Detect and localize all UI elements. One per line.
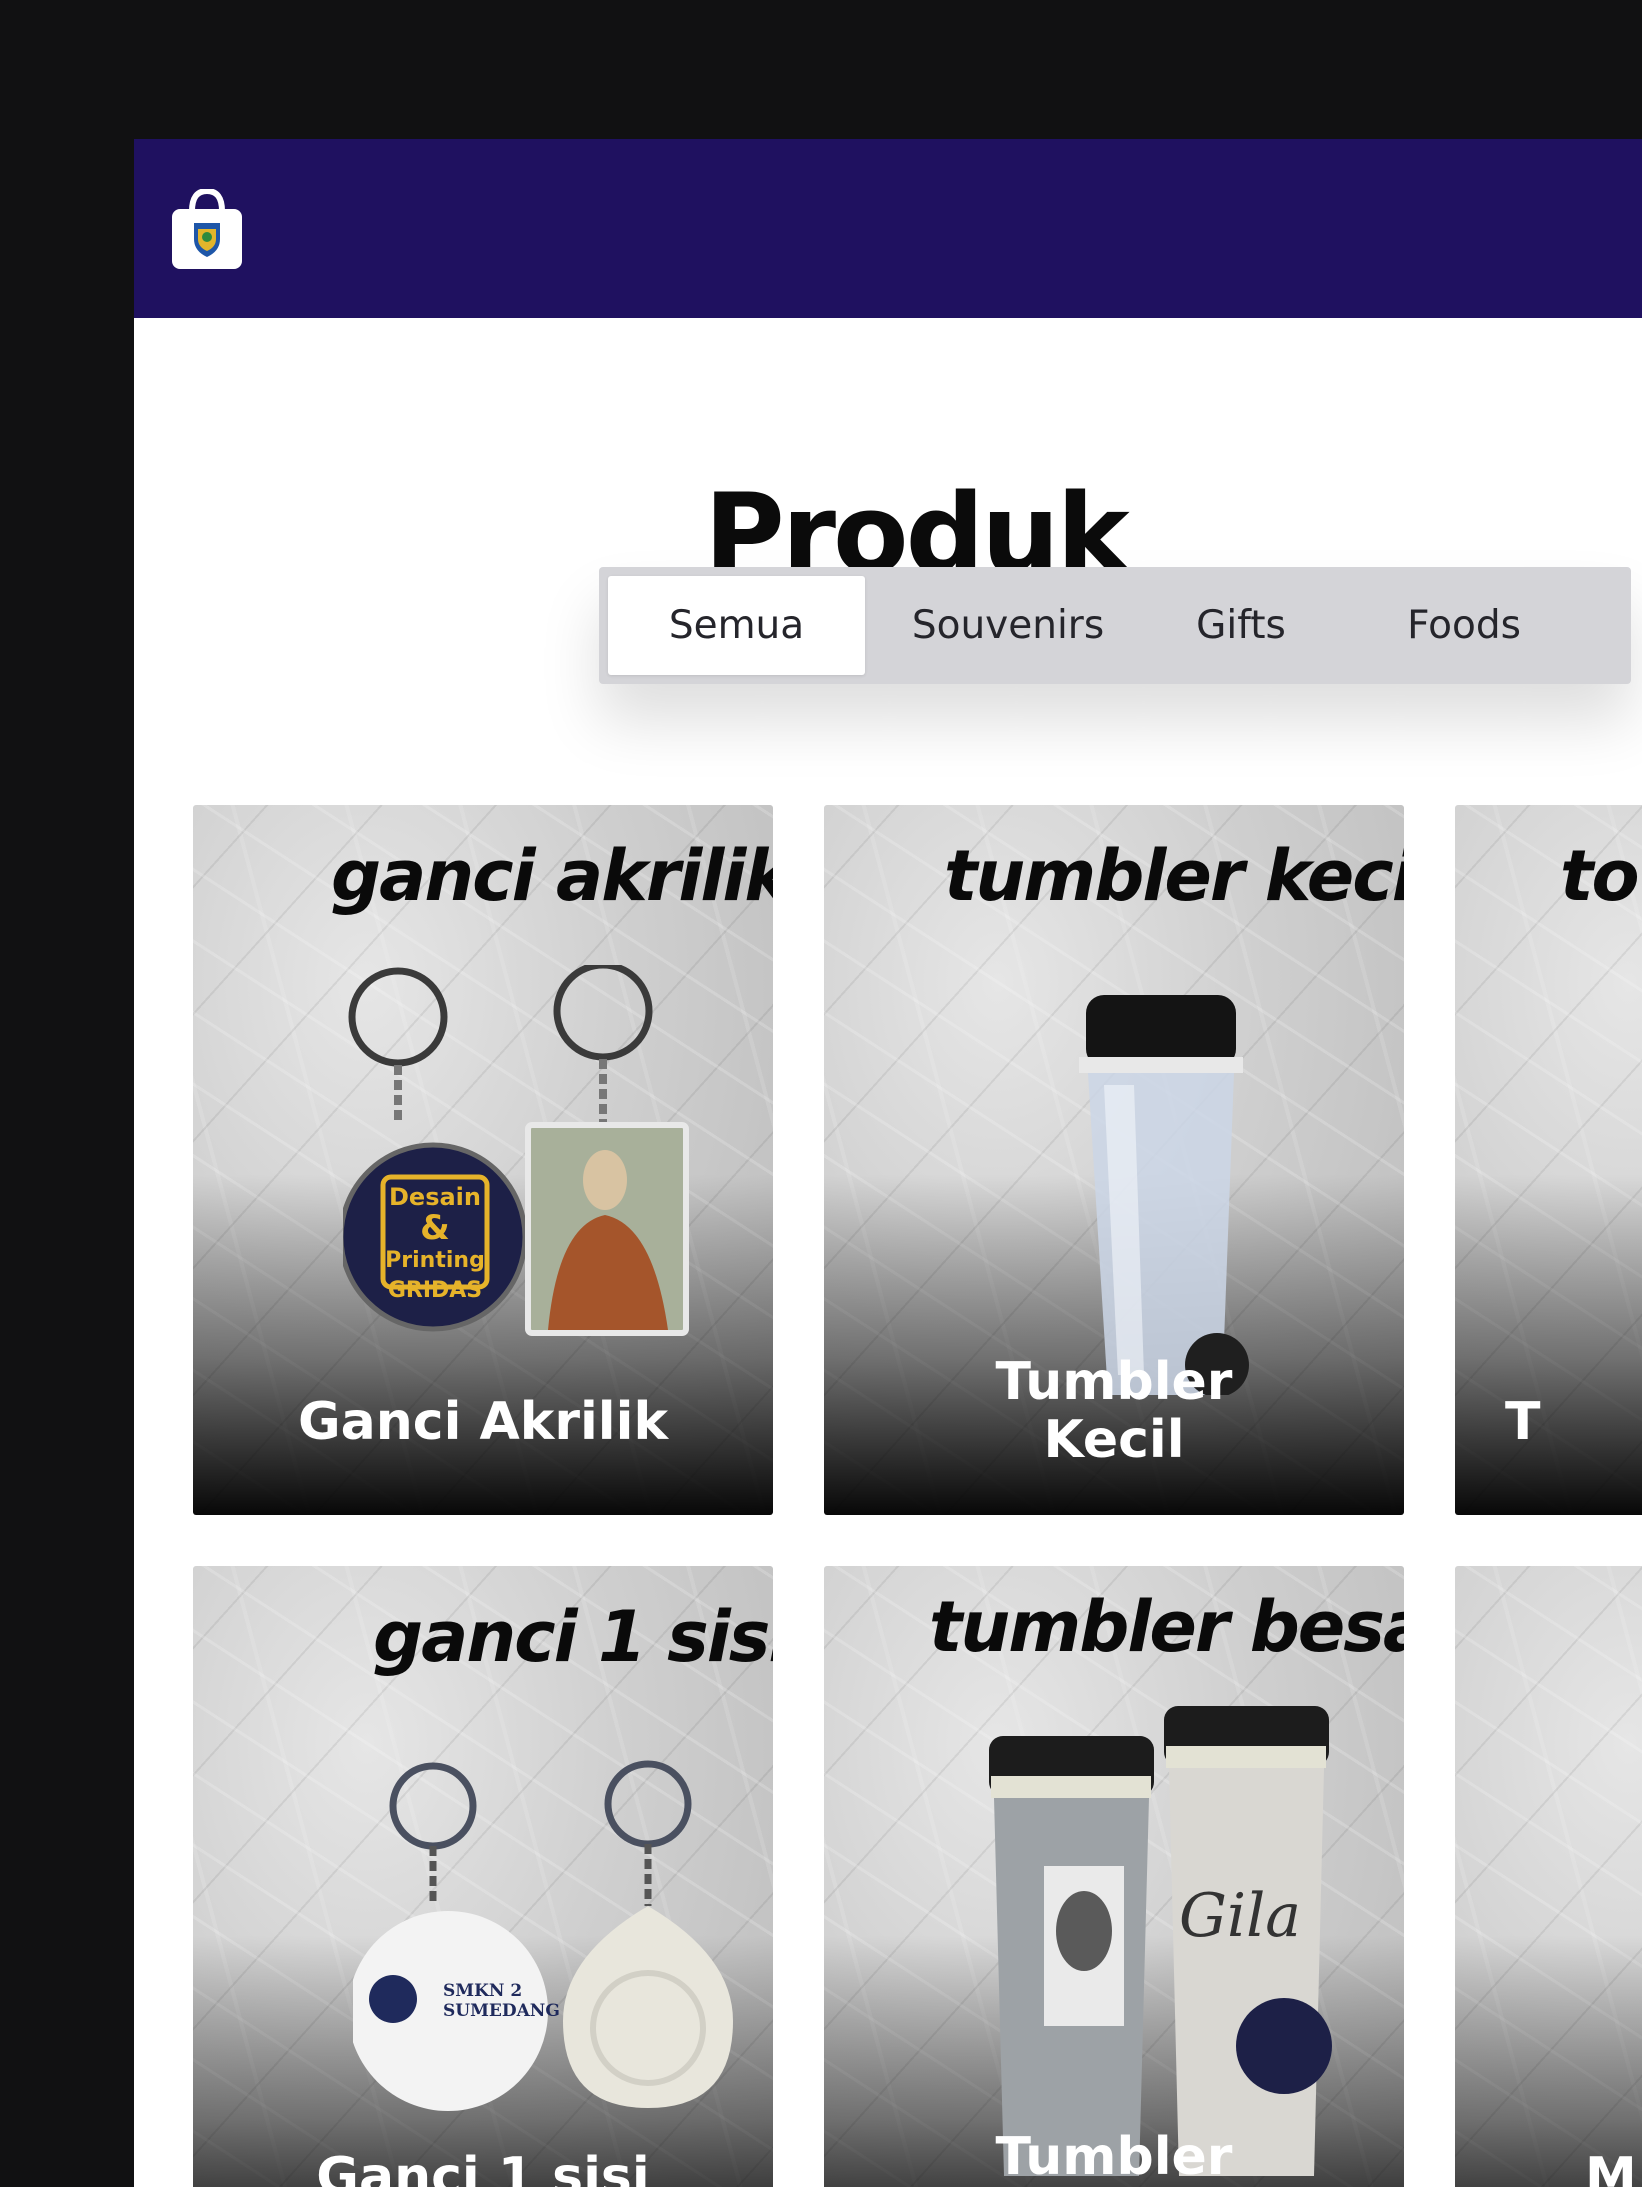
badge-text: SMKN 2	[443, 1981, 522, 2001]
product-card-partial[interactable]: M	[1455, 1566, 1642, 2187]
product-card-partial[interactable]: to T	[1455, 805, 1642, 1515]
product-card-tumbler-kecil[interactable]: tumbler kecil Tumbler Kecil	[824, 805, 1404, 1515]
keychain-acrylic-image: Desain & Printing GRIDAS	[343, 965, 689, 1336]
card-label: M	[1585, 2147, 1637, 2187]
large-tumbler-image: Gila	[989, 1706, 1332, 2176]
card-label: Ganci Akrilik	[297, 1392, 669, 1452]
top-navbar	[134, 139, 1642, 318]
tab-gifts[interactable]: Gifts	[1151, 576, 1331, 675]
card-heading: to	[1560, 835, 1640, 917]
shopping-bag-logo-icon[interactable]	[172, 187, 242, 269]
card-heading: tumbler besar	[929, 1586, 1404, 1668]
keychain-one-side-image: SMKN 2 SUMEDANG	[353, 1760, 733, 2111]
card-heading: ganci akrilik	[331, 835, 773, 917]
tab-souvenirs[interactable]: Souvenirs	[865, 576, 1151, 675]
tab-semua[interactable]: Semua	[608, 576, 865, 675]
product-card-ganci-1-sisi[interactable]: ganci 1 sisi SMKN 2 SUMEDANG Ganci 1 sis…	[193, 1566, 773, 2187]
badge-text: SUMEDANG	[443, 2001, 560, 2021]
tumbler-text: Gila	[1179, 1881, 1301, 1951]
badge-text: &	[420, 1208, 450, 1248]
card-label: Tumbler Kecil	[995, 1352, 1233, 1471]
tab-foods[interactable]: Foods	[1331, 576, 1597, 675]
card-label: T	[1505, 1392, 1541, 1452]
category-tabs: Semua Souvenirs Gifts Foods	[599, 567, 1631, 684]
card-label: Ganci 1 sisi	[316, 2147, 650, 2187]
browser-viewport: Produk Semua Souvenirs Gifts Foods ganci…	[134, 139, 1642, 2187]
card-heading: ganci 1 sisi	[373, 1596, 773, 1678]
product-card-ganci-akrilik[interactable]: ganci akrilik Desain & Printing GRIDAS G…	[193, 805, 773, 1515]
card-heading: tumbler kecil	[944, 835, 1404, 917]
badge-text: GRIDAS	[388, 1278, 482, 1303]
small-tumbler-image	[1079, 995, 1249, 1395]
badge-text: Printing	[385, 1248, 485, 1273]
product-card-tumbler-besar[interactable]: tumbler besar Gila Tumbler	[824, 1566, 1404, 2187]
badge-text: Desain	[389, 1183, 481, 1211]
card-label: Tumbler	[995, 2127, 1233, 2187]
